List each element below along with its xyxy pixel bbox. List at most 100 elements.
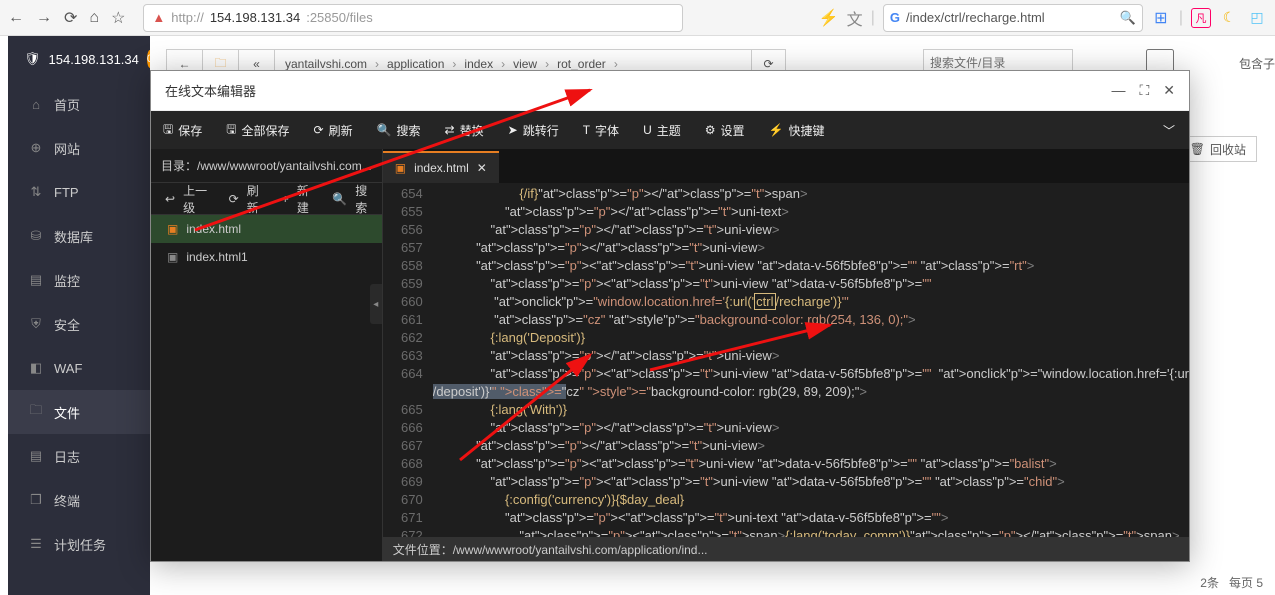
server-ip: 154.198.131.34: [49, 52, 139, 67]
crumb-separator: ›: [501, 57, 505, 71]
sidebar-icon: ☰: [28, 536, 44, 552]
sidebar-item-5[interactable]: ⛨安全: [0, 302, 150, 346]
url-scheme: http://: [171, 10, 204, 25]
footer-paging: 2条 每页 5: [1200, 574, 1263, 591]
toolbar-跳转行[interactable]: ➤跳转行: [496, 111, 571, 149]
sidebar-item-3[interactable]: ⛁数据库: [0, 214, 150, 258]
editor-titlebar[interactable]: 在线文本编辑器 — ⛶ ✕: [151, 71, 1189, 111]
sidebar-item-9[interactable]: ❒终端: [0, 478, 150, 522]
toolbar-替换[interactable]: ⇄替换: [433, 111, 496, 149]
sidebar-icon: 🗀: [28, 401, 44, 423]
file-icon: ▣: [167, 222, 178, 236]
editor-title: 在线文本编辑器: [165, 81, 256, 100]
sidebar-item-1[interactable]: ⊕网站: [0, 126, 150, 170]
toolbar-刷新[interactable]: ⟳刷新: [302, 111, 365, 149]
home-button[interactable]: ⌂: [89, 9, 99, 27]
sidebar-icon: ⊕: [28, 140, 44, 156]
sidebar-icon: ❒: [28, 492, 44, 508]
sidebar-item-7[interactable]: 🗀文件: [0, 390, 150, 434]
minimize-button[interactable]: —: [1111, 82, 1125, 99]
crumb-segment[interactable]: yantailvshi.com: [285, 57, 367, 71]
separator: |: [871, 9, 875, 27]
editor-statusbar: 文件位置：/www/wwwroot/yantailvshi.com/applic…: [383, 537, 1189, 561]
recycle-bin-button[interactable]: 🗑 回收站: [1179, 136, 1257, 162]
toolbar-快捷键[interactable]: ⚡快捷键: [757, 111, 837, 149]
ext-icon-2[interactable]: ☾: [1219, 8, 1239, 28]
crumb-separator: ›: [545, 57, 549, 71]
sidebar-icon: ▤: [28, 272, 44, 288]
crumb-segment[interactable]: application: [387, 57, 444, 71]
toolbar-right: ⚡ 文 | G /index/ctrl/recharge.html 🔍 ⊞ | …: [819, 4, 1267, 32]
perpage-label: 每页 5: [1229, 574, 1263, 591]
toolbar-搜索[interactable]: 🔍搜索: [365, 111, 433, 149]
reload-button[interactable]: ⟳: [64, 8, 77, 28]
tree-tool-刷新[interactable]: ⟳刷新: [219, 182, 270, 216]
toolbar-主题[interactable]: U主题: [631, 111, 693, 149]
editor-toolbar: 🖫保存🖫全部保存⟳刷新🔍搜索⇄替换➤跳转行T字体U主题⚙设置⚡快捷键 ﹀: [151, 111, 1189, 149]
crumb-separator: ›: [375, 57, 379, 71]
sidebar-item-2[interactable]: ⇅FTP: [0, 170, 150, 214]
collapse-tree-button[interactable]: ◂: [370, 284, 382, 324]
tab-bar: ▣ index.html ✕: [383, 149, 1189, 183]
sidebar-item-8[interactable]: ▤日志: [0, 434, 150, 478]
tree-path: 目录：/www/wwwroot/yantailvshi.com...: [151, 149, 382, 183]
tree-tool-上一级[interactable]: ↩上一级: [155, 182, 217, 216]
sidebar-item-4[interactable]: ▤监控: [0, 258, 150, 302]
tree-tool-搜索[interactable]: 🔍搜索: [322, 182, 377, 216]
sidebar-icon: ⇅: [28, 184, 44, 200]
trash-icon: 🗑: [1190, 142, 1205, 156]
file-icon: ▣: [167, 250, 178, 264]
insecure-icon: ▲: [152, 10, 165, 25]
close-button[interactable]: ✕: [1163, 82, 1175, 99]
toolbar-保存[interactable]: 🖫保存: [151, 111, 214, 149]
browser-toolbar: ← → ⟳ ⌂ ☆ ▲ http:// 154.198.131.34 :2585…: [0, 0, 1275, 36]
count-label: 2条: [1200, 574, 1219, 591]
toolbar-more[interactable]: ﹀: [1149, 122, 1189, 139]
url-rest: :25850/files: [306, 10, 373, 25]
sidebar-icon: ⌂: [28, 97, 44, 112]
code-editor[interactable]: ◂ ▣ index.html ✕ 65465565665765865966066…: [383, 149, 1189, 561]
shield-icon: 🛡: [24, 51, 41, 67]
sidebar-icon: ▤: [28, 448, 44, 464]
tree-tool-新建[interactable]: +新建: [272, 182, 320, 216]
maximize-button[interactable]: ⛶: [1139, 82, 1149, 99]
sidebar-item-0[interactable]: ⌂首页: [0, 82, 150, 126]
browser-search[interactable]: G /index/ctrl/recharge.html 🔍: [883, 4, 1143, 32]
google-icon: G: [890, 10, 900, 25]
separator: |: [1179, 9, 1183, 27]
crumb-separator: ›: [614, 57, 618, 71]
crumb-separator: ›: [452, 57, 456, 71]
editor-tab[interactable]: ▣ index.html ✕: [383, 151, 499, 183]
nav-buttons: ← → ⟳ ⌂ ☆: [8, 8, 125, 28]
back-button[interactable]: ←: [8, 9, 24, 27]
html-icon: ▣: [395, 161, 406, 175]
sidebar-icon: ⛨: [28, 316, 44, 332]
code-content[interactable]: {/if}"at">class"p">="p"></"at">class"p">…: [433, 183, 1189, 537]
ext-icon-3[interactable]: ◰: [1247, 8, 1267, 28]
ext-icon-1[interactable]: 凡: [1191, 8, 1211, 28]
bolt-icon[interactable]: ⚡: [819, 8, 839, 28]
sidebar-icon: ⛁: [28, 228, 44, 244]
tab-close-icon[interactable]: ✕: [477, 161, 487, 175]
toolbar-字体[interactable]: T字体: [571, 111, 631, 149]
sidebar-item-10[interactable]: ☰计划任务: [0, 522, 150, 566]
translate-icon[interactable]: 文: [847, 6, 863, 30]
forward-button[interactable]: →: [36, 9, 52, 27]
file-tree-panel: 目录：/www/wwwroot/yantailvshi.com... ↩上一级⟳…: [151, 149, 383, 561]
tree-file[interactable]: ▣index.html1: [151, 243, 382, 271]
bookmark-icon[interactable]: ☆: [111, 8, 125, 28]
toolbar-全部保存[interactable]: 🖫全部保存: [214, 111, 301, 149]
sidebar-icon: ◧: [28, 360, 44, 376]
line-gutter: 6546556566576586596606616626636646656666…: [383, 183, 433, 537]
toolbar-设置[interactable]: ⚙设置: [693, 111, 757, 149]
sidebar-item-6[interactable]: ◧WAF: [0, 346, 150, 390]
crumb-segment[interactable]: view: [513, 57, 537, 71]
crumb-segment[interactable]: rot_order: [557, 57, 606, 71]
tree-file[interactable]: ▣index.html: [151, 215, 382, 243]
sidebar-header: 🛡 154.198.131.34 0: [0, 36, 150, 82]
app-sidebar: 🛡 154.198.131.34 0 ⌂首页⊕网站⇅FTP⛁数据库▤监控⛨安全◧…: [0, 36, 150, 595]
address-bar[interactable]: ▲ http:// 154.198.131.34 :25850/files: [143, 4, 683, 32]
grid-icon[interactable]: ⊞: [1151, 8, 1171, 28]
crumb-segment[interactable]: index: [464, 57, 493, 71]
text-editor-window: 在线文本编辑器 — ⛶ ✕ 🖫保存🖫全部保存⟳刷新🔍搜索⇄替换➤跳转行T字体U主…: [150, 70, 1190, 562]
